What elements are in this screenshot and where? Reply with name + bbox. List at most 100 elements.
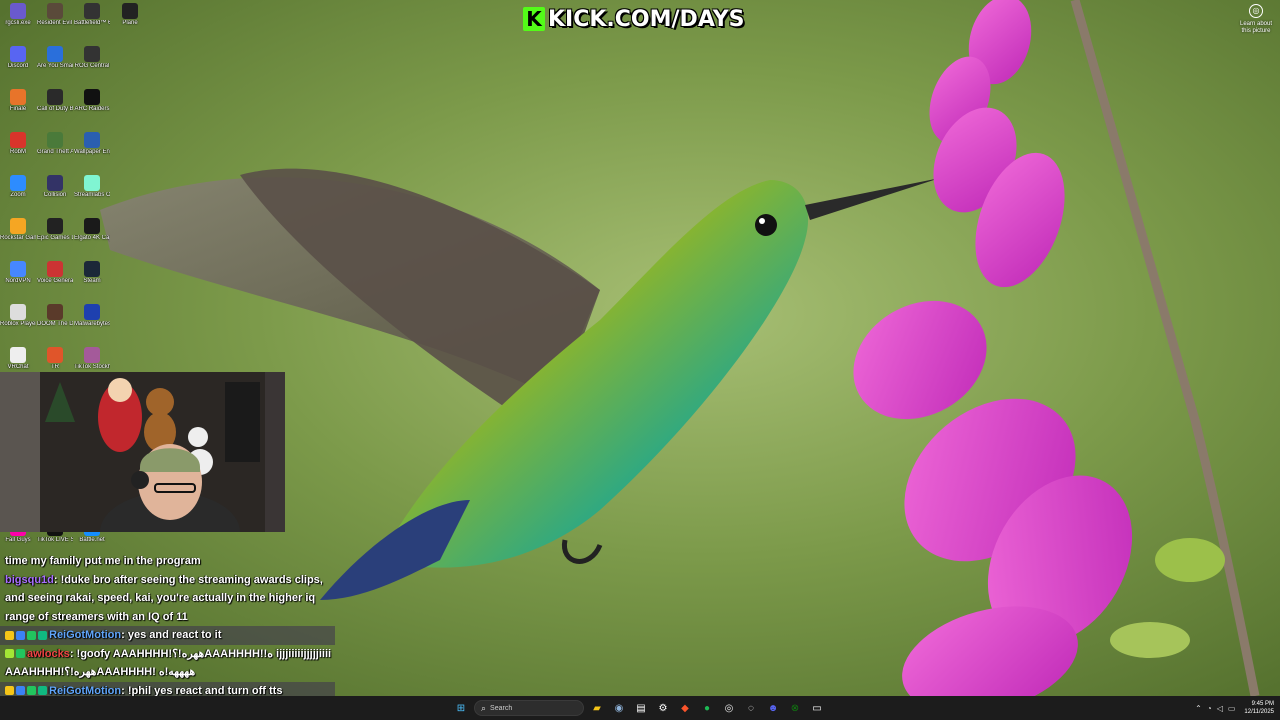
badge-icon bbox=[38, 686, 47, 696]
taskbar: ⊞ ⌕ Search ▰ ◉ ▤ ⚙ ◆ ● ◎ ◌ ☻ ⊗ ▭ ⌃ ◔ ◁ ▭ 9:45 PM 12/1… bbox=[0, 696, 1280, 720]
steam-icon[interactable]: ◉ bbox=[610, 699, 628, 717]
desktop-icon-label: Finalé bbox=[9, 106, 27, 112]
streamlabs-icon bbox=[84, 175, 100, 191]
desktop-icon[interactable]: RobM bbox=[0, 132, 36, 156]
desktop-icon-label: Fall Guys bbox=[5, 537, 31, 543]
app-icon bbox=[84, 132, 100, 148]
chat-username: bigsqu1d bbox=[5, 573, 54, 586]
desktop-icon[interactable]: Zoom bbox=[0, 175, 36, 199]
desktop-icon[interactable]: Voice Generator bbox=[37, 261, 73, 285]
zoom-icon bbox=[10, 175, 26, 191]
app-icon bbox=[47, 175, 63, 191]
chat-badges bbox=[5, 645, 27, 664]
taskbar-apps: ⊞ ⌕ Search ▰ ◉ ▤ ⚙ ◆ ● ◎ ◌ ☻ ⊗ ▭ bbox=[452, 696, 826, 720]
settings-icon[interactable]: ⚙ bbox=[654, 699, 672, 717]
game-icon bbox=[47, 89, 63, 105]
learn-about-picture[interactable]: ◎ Learn about this picture bbox=[1236, 4, 1276, 35]
desktop-icon[interactable]: TikTok Stockhou... bbox=[74, 347, 110, 371]
desktop-icon-label: Zoom bbox=[10, 192, 26, 198]
desktop-icon-label: Plane bbox=[122, 20, 138, 26]
desktop-icon[interactable]: Plane bbox=[112, 3, 148, 27]
app-icon bbox=[122, 3, 138, 19]
desktop-icon[interactable]: ROG Central bbox=[74, 46, 110, 70]
badge-icon bbox=[16, 686, 25, 696]
badge-icon bbox=[5, 630, 14, 640]
desktop-icon[interactable]: Finalé bbox=[0, 89, 36, 113]
clock[interactable]: 9:45 PM 12/11/2025 bbox=[1244, 700, 1274, 716]
chat-badges bbox=[5, 626, 49, 645]
desktop-icon[interactable]: Streamlabs OBS bbox=[74, 175, 110, 199]
desktop-icon[interactable]: Collision bbox=[37, 175, 73, 199]
desktop-icon[interactable]: Epic Games Launcher bbox=[37, 218, 73, 242]
desktop-icon-label: RobM bbox=[9, 149, 26, 155]
chat-message: bigsqu1d: !duke bro after seeing the str… bbox=[0, 571, 335, 627]
game-icon bbox=[84, 89, 100, 105]
desktop-icon[interactable]: Elgato 4K Capture bbox=[74, 218, 110, 242]
notepad-icon[interactable]: ▤ bbox=[632, 699, 650, 717]
vrchat-icon bbox=[10, 347, 26, 363]
chat-overlay: time my family put me in the program bigs… bbox=[0, 552, 335, 701]
system-tray: ⌃ ◔ ◁ ▭ 9:45 PM 12/11/2025 bbox=[1195, 696, 1274, 720]
desktop-icon-label: Resident Evil 2 Biohazard bbox=[37, 20, 73, 26]
chat-message: awlocks: !goofy AAAHHHH!ههره!؟AAAHHHH!!ه… bbox=[0, 645, 335, 682]
terminal-icon[interactable]: ▭ bbox=[808, 699, 826, 717]
desktop-icon[interactable]: Rockstar Games La... bbox=[0, 218, 36, 242]
windows-icon[interactable]: ⊞ bbox=[452, 699, 470, 717]
obs-icon[interactable]: ◌ bbox=[742, 699, 760, 717]
desktop-icon-label: Wallpaper Engine bbox=[74, 149, 110, 155]
desktop-icon-label: Malwarebytes bbox=[74, 321, 110, 327]
badge-icon bbox=[16, 630, 25, 640]
chrome-icon[interactable]: ◎ bbox=[720, 699, 738, 717]
taskbar-search[interactable]: ⌕ Search bbox=[474, 700, 584, 716]
malwarebytes-icon bbox=[84, 304, 100, 320]
desktop-icon-label: ROG Central bbox=[74, 63, 110, 69]
streamer-webcam-image bbox=[0, 372, 285, 532]
learn-about-label: Learn about this picture bbox=[1239, 21, 1273, 34]
game-icon bbox=[47, 132, 63, 148]
steam-icon bbox=[84, 261, 100, 277]
brave-icon[interactable]: ◆ bbox=[676, 699, 694, 717]
desktop-icon[interactable]: VRChat bbox=[0, 347, 36, 371]
desktop-icon-label: TikTok Stockhou... bbox=[74, 364, 110, 370]
camera-icon: ◎ bbox=[1249, 4, 1263, 18]
badge-icon bbox=[16, 649, 25, 659]
desktop-icon[interactable]: DOOM The Dark Ages bbox=[37, 304, 73, 328]
app-icon bbox=[84, 347, 100, 363]
desktop-icon[interactable]: Malwarebytes bbox=[74, 304, 110, 328]
desktop-icon[interactable]: Battlefield™ 6 bbox=[74, 3, 110, 27]
desktop-icon[interactable]: Steam bbox=[74, 261, 110, 285]
desktop-icon[interactable]: Call of Duty Black Ops III bbox=[37, 89, 73, 113]
desktop-icon[interactable]: Wallpaper Engine bbox=[74, 132, 110, 156]
discord-icon[interactable]: ☻ bbox=[764, 699, 782, 717]
desktop-icon-label: VRChat bbox=[7, 364, 29, 370]
desktop-icon[interactable]: Roblox Player bbox=[0, 304, 36, 328]
speaker-icon[interactable]: ◁ bbox=[1217, 704, 1223, 713]
desktop-icon[interactable]: NordVPN bbox=[0, 261, 36, 285]
file-explorer-icon[interactable]: ▰ bbox=[588, 699, 606, 717]
nordvpn-icon bbox=[10, 261, 26, 277]
app-icon bbox=[47, 261, 63, 277]
desktop-icon[interactable]: rgcsli.exe bbox=[0, 3, 36, 27]
desktop-icon[interactable]: ARC Raiders bbox=[74, 89, 110, 113]
desktop-icon[interactable]: Resident Evil 2 Biohazard bbox=[37, 3, 73, 27]
desktop-icon-label: Epic Games Launcher bbox=[37, 235, 73, 241]
desktop-icon-label: Roblox Player bbox=[0, 321, 36, 327]
desktop-icon-label: Battle.net bbox=[79, 537, 105, 543]
wifi-icon[interactable]: ◔ bbox=[1207, 704, 1212, 713]
desktop-icon[interactable]: Are You Smarter Th... bbox=[37, 46, 73, 70]
webcam-overlay bbox=[0, 372, 285, 532]
desktop-icon[interactable]: TR bbox=[37, 347, 73, 371]
chat-text: time my family put me in the program bbox=[5, 555, 201, 567]
chevron-up-icon[interactable]: ⌃ bbox=[1195, 704, 1202, 713]
badge-icon bbox=[5, 686, 14, 696]
battery-icon[interactable]: ▭ bbox=[1228, 704, 1236, 713]
desktop-icon-label: Steam bbox=[83, 278, 101, 284]
desktop-icon[interactable]: Discord bbox=[0, 46, 36, 70]
discord-icon bbox=[10, 46, 26, 62]
xbox-icon[interactable]: ⊗ bbox=[786, 699, 804, 717]
desktop-icon-label: Battlefield™ 6 bbox=[74, 20, 110, 26]
spotify-icon[interactable]: ● bbox=[698, 699, 716, 717]
game-icon bbox=[47, 3, 63, 19]
desktop-icon[interactable]: Grand Theft Auto V bbox=[37, 132, 73, 156]
desktop-icon-label: TR bbox=[51, 364, 59, 370]
